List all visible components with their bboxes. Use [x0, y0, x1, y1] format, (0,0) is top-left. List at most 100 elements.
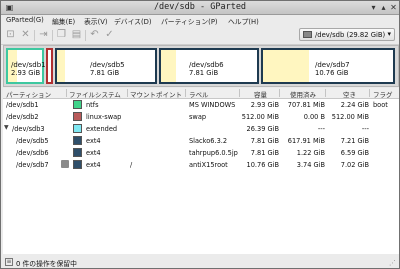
map-partition-name: /dev/sdb5	[90, 61, 125, 69]
cell-free: 512.00 MiB	[331, 113, 369, 121]
filesystem-color-swatch	[73, 100, 82, 109]
column-divider	[369, 89, 370, 97]
chevron-down-icon: ▾	[387, 30, 391, 38]
cell-free: 7.02 GiB	[340, 161, 369, 169]
table-row[interactable]: ▼ /dev/sdb3 extended 26.39 GiB --- ---	[3, 123, 399, 134]
window-title: /dev/sdb - GParted	[153, 2, 247, 12]
delete-icon[interactable]: ✕	[20, 29, 31, 41]
cell-partition: /dev/sdb6	[16, 149, 49, 157]
toolbar-separator	[85, 30, 86, 41]
device-label: /dev/sdb (29.82 GiB)	[315, 31, 386, 39]
cell-size: 10.76 GiB	[246, 161, 279, 169]
column-mountpoint[interactable]: マウントポイント	[130, 89, 182, 99]
expander-arrow-icon[interactable]: ▼	[4, 124, 9, 131]
cell-filesystem: extended	[86, 125, 118, 133]
cell-filesystem: linux-swap	[86, 113, 122, 121]
partition-table: /dev/sdb1 ntfs MS WINDOWS 2.93 GiB 707.8…	[3, 99, 399, 254]
toolbar-separator	[34, 30, 35, 41]
map-partition-size: 7.81 GiB	[189, 69, 219, 77]
gparted-window: ▣ /dev/sdb - GParted ▾ ▴ ✕ GParted(G) 編集…	[0, 0, 400, 269]
table-row[interactable]: /dev/sdb5 ext4 Slacko6.3.2 7.81 GiB 617.…	[3, 135, 399, 146]
column-divider	[325, 89, 326, 97]
map-partition-sdb6[interactable]: /dev/sdb6 7.81 GiB	[159, 48, 259, 84]
filesystem-color-swatch	[73, 124, 82, 133]
menu-device[interactable]: デバイス(D)	[114, 16, 152, 26]
filesystem-color-swatch	[73, 112, 82, 121]
cell-used: ---	[317, 125, 325, 133]
column-divider	[185, 89, 186, 97]
column-partition[interactable]: パーティション	[6, 89, 51, 99]
column-divider	[239, 89, 240, 97]
cell-used: 617.91 MiB	[287, 137, 325, 145]
cell-size: 7.81 GiB	[250, 149, 279, 157]
cell-used: 0.00 B	[303, 113, 325, 121]
close-icon[interactable]: ✕	[389, 3, 398, 12]
used-space-bar	[161, 50, 177, 82]
toolbar: ⊡ ✕ ⇥ ❐ ▤ ↶ ✓ /dev/sdb (29.82 GiB) ▾	[1, 27, 399, 45]
table-row[interactable]: /dev/sdb2 linux-swap swap 512.00 MiB 0.0…	[3, 111, 399, 122]
used-space-bar	[263, 50, 309, 82]
undo-icon[interactable]: ↶	[89, 29, 100, 41]
cell-mountpoint: /	[130, 161, 133, 169]
copy-icon[interactable]: ❐	[56, 29, 67, 41]
cell-size: 2.93 GiB	[250, 101, 279, 109]
column-label[interactable]: ラベル	[189, 89, 209, 99]
disk-map: /dev/sdb1 2.93 GiB /dev/sdb5 7.81 GiB /d…	[3, 45, 399, 87]
cell-size: 26.39 GiB	[246, 125, 279, 133]
cell-label: tahrpup6.0.5jp	[189, 149, 238, 157]
cell-size: 7.81 GiB	[250, 137, 279, 145]
cell-label: Slacko6.3.2	[189, 137, 228, 145]
cell-used: 1.22 GiB	[296, 149, 325, 157]
column-divider	[66, 89, 67, 97]
map-partition-size: 7.81 GiB	[90, 69, 120, 77]
cell-filesystem: ntfs	[86, 101, 99, 109]
title-bar[interactable]: ▣ /dev/sdb - GParted ▾ ▴ ✕	[1, 1, 399, 15]
lock-icon	[61, 160, 69, 168]
status-bar: ≡ 0 件の操作を保留中 ⋰	[3, 257, 399, 268]
map-partition-sdb5[interactable]: /dev/sdb5 7.81 GiB	[55, 48, 157, 84]
new-icon[interactable]: ⊡	[5, 29, 16, 41]
map-partition-sdb7[interactable]: /dev/sdb7 10.76 GiB	[261, 48, 395, 84]
column-flags[interactable]: フラグ	[373, 89, 393, 99]
column-size[interactable]: 容量	[254, 89, 267, 99]
map-partition-name: /dev/sdb6	[189, 61, 224, 69]
menu-help[interactable]: ヘルプ(H)	[228, 16, 259, 26]
table-row[interactable]: /dev/sdb1 ntfs MS WINDOWS 2.93 GiB 707.8…	[3, 99, 399, 110]
maximize-icon[interactable]: ▴	[379, 3, 388, 12]
cell-free: 6.59 GiB	[340, 149, 369, 157]
toolbar-separator	[52, 30, 53, 41]
map-partition-name: /dev/sdb1	[11, 61, 46, 69]
cell-partition: /dev/sdb7	[16, 161, 49, 169]
map-partition-name: /dev/sdb7	[315, 61, 350, 69]
resize-icon[interactable]: ⇥	[38, 29, 49, 41]
paste-icon[interactable]: ▤	[71, 29, 82, 41]
menu-bar: GParted(G) 編集(E) 表示(V) デバイス(D) パーティション(P…	[1, 15, 399, 26]
used-space-bar	[57, 50, 65, 82]
column-free[interactable]: 空き	[343, 89, 356, 99]
column-used[interactable]: 使用済み	[290, 89, 316, 99]
filesystem-color-swatch	[73, 136, 82, 145]
cell-flags: boot	[373, 101, 388, 109]
map-partition-sdb2[interactable]	[46, 48, 53, 84]
table-row[interactable]: /dev/sdb7 ext4 / antiX15root 10.76 GiB 3…	[3, 159, 399, 170]
menu-edit[interactable]: 編集(E)	[52, 16, 75, 26]
cell-partition: /dev/sdb3	[12, 125, 45, 133]
menu-partition[interactable]: パーティション(P)	[161, 16, 218, 26]
column-divider	[279, 89, 280, 97]
cell-used: 707.81 MiB	[287, 101, 325, 109]
device-selector[interactable]: /dev/sdb (29.82 GiB) ▾	[299, 28, 395, 41]
column-filesystem[interactable]: ファイルシステム	[69, 89, 121, 99]
cell-label: MS WINDOWS	[189, 101, 236, 109]
map-partition-sdb1[interactable]: /dev/sdb1 2.93 GiB	[6, 48, 46, 84]
resize-grip-icon[interactable]: ⋰	[389, 259, 397, 267]
cell-partition: /dev/sdb1	[6, 101, 39, 109]
apply-icon[interactable]: ✓	[104, 29, 115, 41]
table-row[interactable]: /dev/sdb6 ext4 tahrpup6.0.5jp 7.81 GiB 1…	[3, 147, 399, 158]
cell-label: antiX15root	[189, 161, 228, 169]
map-partition-size: 10.76 GiB	[315, 69, 349, 77]
pending-operations-icon: ≡	[5, 258, 13, 266]
menu-view[interactable]: 表示(V)	[84, 16, 108, 26]
menu-gparted[interactable]: GParted(G)	[6, 16, 44, 24]
minimize-icon[interactable]: ▾	[369, 3, 378, 12]
table-header: パーティション ファイルシステム マウントポイント ラベル 容量 使用済み 空き…	[3, 88, 399, 99]
